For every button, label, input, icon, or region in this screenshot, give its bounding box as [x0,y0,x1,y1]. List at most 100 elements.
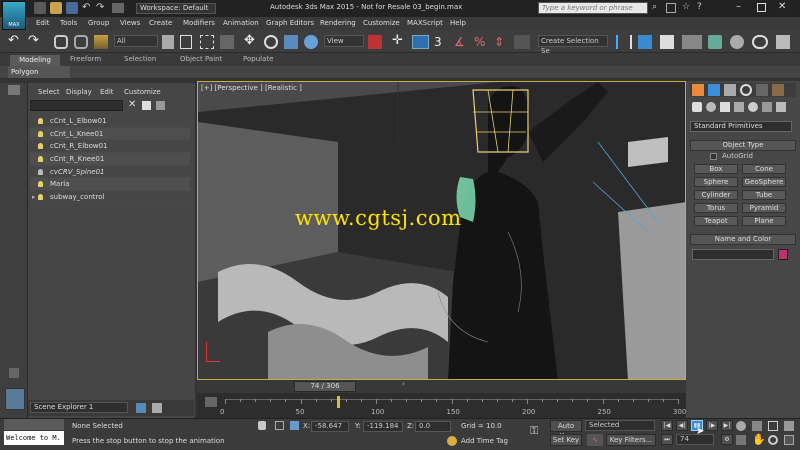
zoom-all-icon[interactable] [752,421,762,431]
scene-explorer-dropdown[interactable]: Scene Explorer 1 [30,402,128,413]
scene-item-cCnt-R-Knee01[interactable]: cCnt_R_Knee01 [30,153,190,166]
utilities-tab-icon[interactable] [772,84,784,96]
scene-item-cCnt-L-Knee01[interactable]: cCnt_L_Knee01 [30,127,190,141]
rectangular-selection-icon[interactable] [200,35,214,49]
scene-menu-customize[interactable]: Customize [124,88,161,96]
modify-tab-icon[interactable] [708,84,720,96]
menu-tools[interactable]: Tools [60,19,77,27]
motion-tab-icon[interactable] [740,84,752,96]
new-layer-icon[interactable] [142,101,151,110]
layer-explorer-icon[interactable] [152,403,162,413]
key-selection-dropdown[interactable]: Selected [585,420,655,431]
select-move-icon[interactable]: ✥ [244,34,258,49]
menu-customize[interactable]: Customize [363,19,400,27]
shapes-icon[interactable] [706,102,716,112]
maximize-viewport-icon[interactable] [784,435,794,445]
render-setup-icon[interactable] [776,35,790,49]
light-bulb-icon[interactable] [38,194,43,201]
select-manipulate-icon[interactable]: ✛ [392,34,406,49]
clear-search-icon[interactable]: ✕ [128,100,136,110]
create-tab-icon[interactable] [692,84,704,96]
scene-menu-edit[interactable]: Edit [100,88,114,96]
snaps-toggle-icon[interactable]: 3 [434,35,448,49]
previous-frame-icon[interactable]: ◀| [676,420,688,431]
primitive-category-dropdown[interactable]: Standard Primitives [690,121,792,132]
field-of-view-icon[interactable] [736,435,746,445]
maximize-icon[interactable] [757,3,766,12]
cone-button[interactable]: Cone [742,164,786,174]
scroll-up-icon[interactable] [9,368,19,378]
sphere-button[interactable]: Sphere [694,177,738,187]
cameras-icon[interactable] [734,102,744,112]
name-and-color-rollout[interactable]: Name and Color [690,234,796,245]
key-filters-button[interactable]: Key Filters... [606,434,656,446]
pan-view-icon[interactable]: ✋ [752,433,766,446]
named-selection-set-dropdown[interactable]: Create Selection Se [538,35,608,55]
light-bulb-icon[interactable] [38,181,43,188]
orbit-icon[interactable] [768,435,778,445]
mirror-icon[interactable] [616,35,632,49]
select-by-name-icon[interactable] [180,35,192,49]
z-coordinate-field[interactable]: 0.0 [415,421,451,432]
geometry-icon[interactable] [692,102,702,112]
scene-item-cvCRV-Spine01[interactable]: cvCRV_Spine01 [30,166,190,179]
use-pivot-icon[interactable] [368,35,382,49]
tab-freeform[interactable]: Freeform [70,55,101,63]
layer-manager-icon[interactable] [660,35,674,49]
menu-modifiers[interactable]: Modifiers [183,19,215,27]
zoom-extents-icon[interactable] [768,421,778,431]
geosphere-button[interactable]: GeoSphere [742,177,786,187]
default-tangent-icon[interactable]: ∿ [587,434,603,446]
minimize-icon[interactable]: – [736,1,741,12]
torus-button[interactable]: Torus [694,203,738,213]
go-to-start-icon[interactable]: |◀ [661,420,673,431]
scene-options-icon[interactable] [156,101,165,110]
light-bulb-icon[interactable] [38,143,43,150]
scene-menu-display[interactable]: Display [66,88,92,96]
autogrid-checkbox[interactable] [710,153,717,160]
graphite-toggle-icon[interactable] [682,35,702,49]
tab-populate[interactable]: Populate [243,55,273,63]
auto-key-button[interactable]: Auto Key [550,420,582,440]
lock-selection-icon[interactable] [258,421,266,430]
systems-icon[interactable] [776,102,786,112]
cylinder-button[interactable]: Cylinder [694,190,738,200]
save-file-icon[interactable] [66,2,78,14]
next-frame-icon[interactable]: |▶ [706,420,718,431]
project-folder-icon[interactable] [112,3,124,13]
open-file-icon[interactable] [50,2,62,14]
reference-coordinate-icon[interactable] [304,35,318,49]
tube-button[interactable]: Tube [742,190,786,200]
current-frame-field[interactable]: 74 [676,434,714,445]
time-slider-handle[interactable]: 74 / 306 [294,381,356,392]
light-bulb-icon[interactable] [38,168,43,175]
light-bulb-icon[interactable] [38,156,43,163]
material-editor-icon[interactable] [752,35,768,49]
scene-item-subway-control[interactable]: ▸ subway_control [30,191,190,204]
angle-snap-icon[interactable]: ∡ [454,35,468,49]
perspective-viewport[interactable]: [+] [Perspective ] [Realistic ] www.cgts… [197,81,686,380]
menu-edit[interactable]: Edit [36,19,50,27]
reference-coordinate-dropdown[interactable]: View [324,35,364,47]
sort-icon[interactable] [136,403,146,413]
search-input[interactable]: Type a keyword or phrase [538,2,648,14]
menu-group[interactable]: Group [88,19,109,27]
align-icon[interactable] [638,35,652,49]
percent-snap-icon[interactable]: % [474,35,488,49]
mini-curve-editor-icon[interactable] [205,397,217,407]
set-key-button[interactable]: Set Key [550,434,582,446]
communication-icon[interactable] [666,3,676,13]
spinner-snap-icon[interactable]: ⇕ [494,35,508,49]
undo-icon[interactable]: ↶ [8,34,22,49]
menu-animation[interactable]: Animation [223,19,259,27]
add-time-tag-button[interactable]: Add Time Tag [461,437,508,445]
scene-item-cCnt-R-Elbow01[interactable]: cCnt_R_Elbow01 [30,140,190,154]
time-slider[interactable]: ‹ 74 / 306 › [197,380,686,393]
key-icon[interactable]: ⚿ [530,424,538,438]
x-coordinate-field[interactable]: -58.647 [311,421,349,432]
menu-views[interactable]: Views [120,19,140,27]
select-object-icon[interactable] [162,35,174,49]
object-name-field[interactable] [692,249,774,260]
time-slider-next-arrow[interactable]: › [402,380,405,388]
maxscript-listener-output[interactable]: Welcome to M. [4,431,64,445]
